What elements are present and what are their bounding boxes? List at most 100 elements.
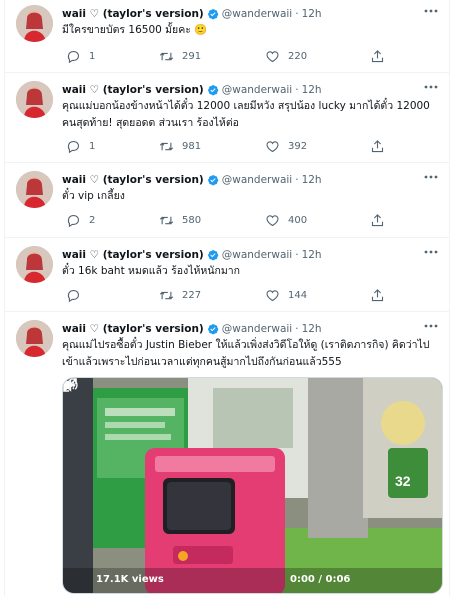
avatar[interactable] [16,171,53,208]
tweet[interactable]: waii ♡ (taylor's version) @wanderwaii · … [5,0,449,73]
like-button[interactable]: 392 [265,139,307,154]
handle[interactable]: @wanderwaii [222,8,292,20]
timestamp[interactable]: 12h [302,84,322,96]
separator-dot: · [295,322,299,335]
tweet-header: waii ♡ (taylor's version) @wanderwaii · … [62,166,443,187]
separator-dot: · [295,173,299,186]
retweet-button[interactable]: 227 [159,288,201,303]
verified-badge-icon [207,8,218,19]
like-button[interactable]: 144 [265,288,307,303]
tweet-header: waii ♡ (taylor's version) @wanderwaii · … [62,315,443,336]
timestamp[interactable]: 12h [302,174,322,186]
reply-count: 2 [89,214,96,226]
verified-badge-icon [207,323,218,334]
verified-badge-icon [207,84,218,95]
timestamp[interactable]: 12h [302,323,322,335]
reply-button[interactable] [66,288,89,303]
timestamp[interactable]: 12h [302,8,322,20]
share-icon [371,288,384,301]
tweet[interactable]: waii ♡ (taylor's version) @wanderwaii · … [5,312,449,596]
tweet[interactable]: waii ♡ (taylor's version) @wanderwaii · … [5,238,449,312]
reply-button[interactable]: 1 [66,49,95,64]
more-options-icon[interactable] [423,171,439,183]
avatar[interactable] [16,246,53,283]
tweet-header: waii ♡ (taylor's version) @wanderwaii · … [62,76,443,97]
reply-icon [67,50,80,63]
like-button[interactable]: 220 [265,49,307,64]
tweet-header: waii ♡ (taylor's version) @wanderwaii · … [62,241,443,262]
display-name[interactable]: waii ♡ (taylor's version) [62,174,204,186]
retweet-count: 291 [182,50,202,62]
retweet-icon [159,291,174,299]
reply-icon [67,214,80,227]
like-count: 400 [288,214,308,226]
handle[interactable]: @wanderwaii [222,323,292,335]
retweet-button[interactable]: 981 [159,139,201,154]
verified-badge-icon [207,174,218,185]
reply-count: 1 [89,140,96,152]
share-icon [371,49,384,62]
retweet-icon [159,142,174,150]
handle[interactable]: @wanderwaii [222,174,292,186]
video-frame: 32 [63,378,442,593]
tweet[interactable]: waii ♡ (taylor's version) @wanderwaii · … [5,73,449,163]
share-button[interactable] [370,288,385,303]
like-count: 144 [288,289,308,301]
tweet-header: waii ♡ (taylor's version) @wanderwaii · … [62,0,443,21]
display-name[interactable]: waii ♡ (taylor's version) [62,84,204,96]
retweet-icon [159,52,174,60]
reply-button[interactable]: 2 [66,213,95,228]
heart-icon [266,289,279,301]
handle[interactable]: @wanderwaii [222,84,292,96]
avatar[interactable] [16,81,53,118]
share-button[interactable] [370,213,385,228]
video-time: 0:00 / 0:06 [290,574,351,585]
separator-dot: · [295,7,299,20]
view-count: 17.1K views [96,574,164,585]
retweet-count: 580 [182,214,202,226]
like-count: 392 [288,140,308,152]
display-name[interactable]: waii ♡ (taylor's version) [62,249,204,261]
verified-badge-icon [207,249,218,260]
heart-icon [266,214,279,226]
like-button[interactable]: 400 [265,213,307,228]
video-player[interactable]: 32 17.1K views 0:00 / 0:06 [62,377,443,594]
heart-icon [266,50,279,62]
share-button[interactable] [370,49,385,64]
tweet-text: ตั๋ว 16k baht หมดแล้ว ร้องไห้หนักมาก [62,265,241,277]
more-options-icon[interactable] [423,5,439,17]
handle[interactable]: @wanderwaii [222,249,292,261]
timestamp[interactable]: 12h [302,249,322,261]
share-button[interactable] [370,139,385,154]
retweet-button[interactable]: 580 [159,213,201,228]
more-options-icon[interactable] [423,320,439,332]
poster-number: 32 [395,473,411,489]
tweet-text: คุณแม่บอกน้องข้างหน้าได้ตั๋ว 12000 เลยมี… [62,100,430,129]
more-options-icon[interactable] [423,81,439,93]
share-icon [371,213,384,226]
retweet-icon [159,216,174,224]
reply-button[interactable]: 1 [66,139,95,154]
separator-dot: · [295,83,299,96]
reply-icon [67,289,80,302]
more-options-icon[interactable] [423,246,439,258]
tweet[interactable]: waii ♡ (taylor's version) @wanderwaii · … [5,163,449,238]
retweet-button[interactable]: 291 [159,49,201,64]
share-icon [371,139,384,152]
heart-icon [266,140,279,152]
reply-icon [67,140,80,153]
fullscreen-icon[interactable] [63,378,77,392]
retweet-count: 981 [182,140,202,152]
like-count: 220 [288,50,308,62]
reply-count: 1 [89,50,96,62]
display-name[interactable]: waii ♡ (taylor's version) [62,8,204,20]
tweet-text: คุณแม่ไปรอซื้อตั๋ว Justin Bieber ให้แล้ว… [62,339,430,368]
tweet-text: ตั๋ว vip เกลี้ยง [62,190,125,202]
avatar[interactable] [16,320,53,357]
separator-dot: · [295,248,299,261]
timeline: waii ♡ (taylor's version) @wanderwaii · … [4,0,450,596]
tweet-text: มีใครขายบัตร 16500 มั้ยคะ 🙂 [62,24,208,36]
avatar[interactable] [16,5,53,42]
display-name[interactable]: waii ♡ (taylor's version) [62,323,204,335]
retweet-count: 227 [182,289,202,301]
